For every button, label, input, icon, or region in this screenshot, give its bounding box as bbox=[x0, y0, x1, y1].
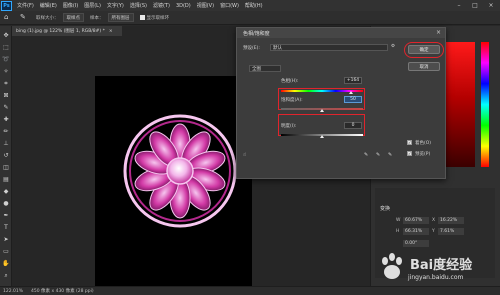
quick-select-icon[interactable]: ✧ bbox=[2, 68, 10, 76]
tab-close-icon[interactable]: × bbox=[109, 29, 113, 34]
preview-label: 预览(P) bbox=[415, 152, 431, 157]
sample-label: 样本： bbox=[90, 15, 104, 21]
show-ring-checkbox[interactable] bbox=[139, 15, 145, 20]
type-tool-icon[interactable]: T bbox=[2, 224, 10, 232]
x-label: X bbox=[432, 218, 436, 223]
lightness-value-field[interactable]: 0 bbox=[344, 122, 362, 129]
x-field[interactable]: 16.22% bbox=[438, 217, 464, 224]
flower-medallion-image bbox=[123, 114, 237, 228]
hue-saturation-dialog: 色相/饱和度 × 预设(E): 默认 ⚙ 确定 取消 全图 色相(H): +16… bbox=[236, 27, 446, 179]
channel-select[interactable]: 全图 bbox=[249, 65, 281, 72]
saturation-slider-thumb[interactable] bbox=[320, 109, 324, 112]
lightness-slider-thumb[interactable] bbox=[320, 135, 324, 138]
menu-3d[interactable]: 3D(D) bbox=[173, 3, 194, 9]
eyedropper-minus-icon[interactable]: ✎ bbox=[388, 152, 392, 158]
menu-filter[interactable]: 滤镜(T) bbox=[150, 2, 173, 9]
eyedropper-icon[interactable]: ✎ bbox=[364, 152, 368, 158]
colorize-label: 着色(O) bbox=[415, 141, 432, 146]
menu-layer[interactable]: 图层(L) bbox=[81, 2, 104, 9]
preset-label: 预设(E): bbox=[243, 46, 260, 51]
menu-bar: Ps 文件(F) 编辑(E) 图像(I) 图层(L) 文字(Y) 选择(S) 滤… bbox=[0, 0, 500, 11]
artboard[interactable] bbox=[95, 76, 252, 290]
color-picker-field[interactable] bbox=[445, 42, 475, 167]
frame-tool-icon[interactable]: ⊠ bbox=[2, 92, 10, 100]
dialog-titlebar[interactable]: 色相/饱和度 × bbox=[237, 28, 445, 38]
eraser-tool-icon[interactable]: ◫ bbox=[2, 164, 10, 172]
gradient-tool-icon[interactable]: ▤ bbox=[2, 176, 10, 184]
preset-options-icon[interactable]: ⚙ bbox=[391, 44, 395, 49]
zoom-tool-icon[interactable]: ⌕ bbox=[2, 272, 10, 280]
dialog-close-icon[interactable]: × bbox=[436, 29, 441, 36]
baidu-paw-logo bbox=[382, 253, 402, 279]
clone-stamp-icon[interactable]: ⊥ bbox=[2, 140, 10, 148]
sample-size-select[interactable]: 取样点 bbox=[62, 13, 84, 22]
photoshop-window: Ps 文件(F) 编辑(E) 图像(I) 图层(L) 文字(Y) 选择(S) 滤… bbox=[0, 0, 500, 295]
menu-view[interactable]: 视图(V) bbox=[194, 2, 217, 9]
document-tab[interactable]: bing (1).jpg @ 122% (图层 1, RGB/8#) * × bbox=[12, 26, 122, 36]
show-ring-label: 显示取样环 bbox=[146, 15, 170, 21]
home-icon[interactable]: ⌂ bbox=[4, 13, 14, 22]
saturation-label: 饱和度(A): bbox=[281, 98, 303, 103]
colorize-checkbox[interactable]: ✓ bbox=[407, 140, 412, 145]
dodge-tool-icon[interactable]: ● bbox=[2, 200, 10, 208]
transform-section-title: 变换 bbox=[380, 206, 391, 212]
hand-tool-icon[interactable]: ✋ bbox=[2, 260, 10, 268]
menu-image[interactable]: 图像(I) bbox=[60, 2, 81, 9]
path-select-icon[interactable]: ➤ bbox=[2, 236, 10, 244]
document-size: 450 像素 x 430 像素 (28 ppi) bbox=[31, 289, 94, 294]
ok-button-highlight bbox=[404, 42, 444, 58]
close-icon[interactable]: × bbox=[484, 0, 498, 11]
move-tool-icon[interactable]: ✥ bbox=[2, 32, 10, 40]
crop-tool-icon[interactable]: ⌗ bbox=[2, 80, 10, 88]
sample-size-label: 取样大小： bbox=[36, 15, 59, 21]
height-field[interactable]: 66.31% bbox=[403, 228, 429, 235]
zoom-level[interactable]: 122.01% bbox=[3, 289, 23, 294]
menu-type[interactable]: 文字(Y) bbox=[104, 2, 127, 9]
lightness-label: 明度(I): bbox=[281, 124, 297, 129]
minimize-icon[interactable]: – bbox=[452, 0, 466, 11]
sample-target-select[interactable]: 所有图层 bbox=[107, 13, 134, 22]
shape-tool-icon[interactable]: ▭ bbox=[2, 248, 10, 256]
w-label: W bbox=[396, 218, 401, 223]
document-tab-title: bing (1).jpg @ 122% (图层 1, RGB/8#) * bbox=[16, 29, 105, 34]
menu-select[interactable]: 选择(S) bbox=[127, 2, 150, 9]
width-field[interactable]: 60.67% bbox=[403, 217, 429, 224]
eyedropper-icon[interactable]: ✎ bbox=[20, 13, 30, 22]
hue-value-field[interactable]: +164 bbox=[344, 77, 362, 84]
hand-adjust-icon[interactable]: ☝ bbox=[243, 152, 246, 158]
h-label: H bbox=[396, 229, 400, 234]
brush-tool-icon[interactable]: ✏ bbox=[2, 128, 10, 136]
watermark-title: Bai度经验 bbox=[410, 258, 473, 273]
maximize-icon[interactable]: □ bbox=[468, 0, 482, 11]
menu-file[interactable]: 文件(F) bbox=[14, 2, 37, 9]
healing-brush-icon[interactable]: ✚ bbox=[2, 116, 10, 124]
eyedropper-plus-icon[interactable]: ✎ bbox=[376, 152, 380, 158]
preview-checkbox[interactable]: ✓ bbox=[407, 151, 412, 156]
options-bar: ⌂ ✎ 取样大小： 取样点 样本： 所有图层 显示取样环 bbox=[0, 11, 500, 25]
blur-tool-icon[interactable]: ◆ bbox=[2, 188, 10, 196]
y-field[interactable]: 7.61% bbox=[438, 228, 464, 235]
cancel-button[interactable]: 取消 bbox=[408, 62, 440, 71]
angle-field[interactable]: 0.00° bbox=[403, 240, 429, 247]
hue-label: 色相(H): bbox=[281, 79, 299, 84]
menu-edit[interactable]: 编辑(E) bbox=[37, 2, 60, 9]
marquee-tool-icon[interactable]: ⬚ bbox=[2, 44, 10, 52]
watermark-url: jingyan.baidu.com bbox=[408, 274, 464, 281]
lasso-tool-icon[interactable]: ➰ bbox=[2, 56, 10, 64]
y-label: Y bbox=[432, 229, 435, 234]
dialog-title: 色相/饱和度 bbox=[243, 30, 270, 37]
hue-slider-strip[interactable] bbox=[481, 42, 489, 167]
history-brush-icon[interactable]: ↺ bbox=[2, 152, 10, 160]
baidu-watermark: Bai度经验 jingyan.baidu.com bbox=[378, 252, 496, 288]
saturation-value-field[interactable]: 50 bbox=[344, 96, 362, 103]
ps-logo-icon: Ps bbox=[1, 0, 12, 11]
menu-window[interactable]: 窗口(W) bbox=[217, 2, 242, 9]
eyedropper-tool-icon[interactable]: ✎ bbox=[2, 104, 10, 112]
pen-tool-icon[interactable]: ✒ bbox=[2, 212, 10, 220]
tools-panel: ✥ ⬚ ➰ ✧ ⌗ ⊠ ✎ ✚ ✏ ⊥ ↺ ◫ ▤ ◆ ● ✒ T ➤ ▭ ✋ … bbox=[0, 26, 12, 286]
preset-select[interactable]: 默认 bbox=[270, 44, 388, 51]
menu-help[interactable]: 帮助(H) bbox=[242, 2, 266, 9]
